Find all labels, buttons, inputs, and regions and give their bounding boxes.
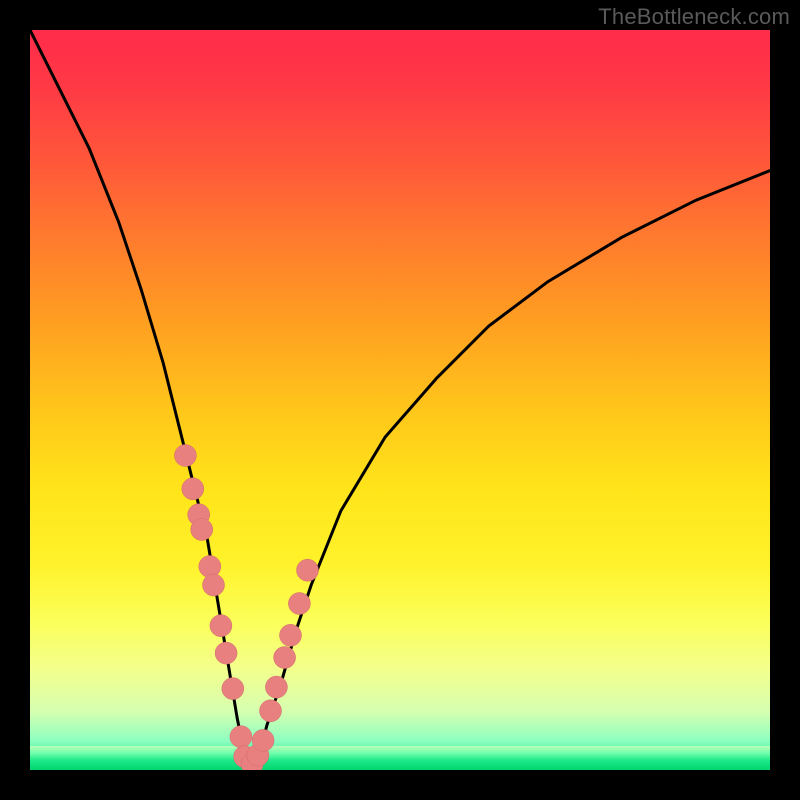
sample-point <box>210 615 232 637</box>
sample-point <box>191 519 213 541</box>
sample-point <box>215 642 237 664</box>
sample-point <box>274 647 296 669</box>
sample-point <box>297 559 319 581</box>
sample-point <box>199 556 221 578</box>
bottleneck-curve <box>30 30 770 770</box>
watermark-text: TheBottleneck.com <box>598 4 790 30</box>
sample-point <box>265 676 287 698</box>
chart-frame: TheBottleneck.com <box>0 0 800 800</box>
curve-layer <box>30 30 770 770</box>
sample-point <box>288 593 310 615</box>
sample-points-group <box>174 445 318 771</box>
sample-point <box>230 726 252 748</box>
sample-point <box>252 729 274 751</box>
sample-point <box>182 478 204 500</box>
sample-point <box>280 624 302 646</box>
sample-point <box>203 574 225 596</box>
sample-point <box>222 678 244 700</box>
plot-area <box>30 30 770 770</box>
sample-point <box>260 700 282 722</box>
sample-point <box>174 445 196 467</box>
